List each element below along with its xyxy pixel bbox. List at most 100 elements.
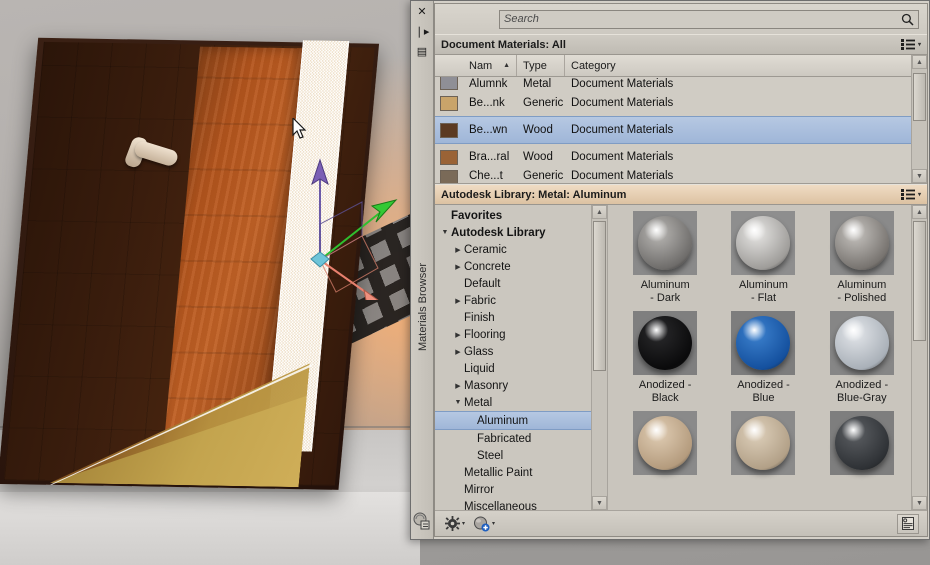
column-header-name[interactable]: Nam ▲ [463, 55, 517, 76]
tree-item-ceramic[interactable]: ▶ Ceramic [435, 241, 607, 258]
toggle-editor-panel-icon[interactable] [897, 513, 919, 534]
materials-sphere-icon[interactable] [413, 512, 431, 535]
chevron-down-icon[interactable]: ▼ [452, 399, 464, 406]
material-tile[interactable] [813, 411, 911, 479]
material-label: Anodized - Black [638, 379, 692, 404]
tree-item-aluminum[interactable]: Aluminum [435, 411, 607, 430]
material-label: Aluminum - Dark [640, 279, 690, 304]
search-input[interactable]: Search [499, 9, 919, 29]
tree-item-autodesk-library[interactable]: ▼ Autodesk Library [435, 224, 607, 241]
table-row[interactable]: Bra...ral Wood Document Materials [435, 144, 927, 170]
tree-item-label: Aluminum [477, 414, 529, 427]
column-header-type[interactable]: Type [517, 55, 565, 76]
materials-browser-palette[interactable]: ✕ ❘▸ ▤ Materials Browser Search Document… [410, 0, 930, 540]
chevron-right-icon[interactable]: ▶ [452, 348, 464, 356]
chevron-down-icon[interactable]: ▼ [439, 229, 451, 236]
table-row[interactable]: Alumnk Metal Document Materials [435, 77, 927, 90]
search-bar: Search [435, 4, 927, 34]
tree-item-steel[interactable]: Steel [435, 447, 607, 464]
browser-bottom-toolbar: ▾ ▾ [435, 510, 927, 536]
tree-item-flooring[interactable]: ▶ Flooring [435, 326, 607, 343]
library-chevron-down-icon[interactable]: ▾ [918, 191, 921, 198]
row-name: Be...nk [469, 97, 505, 109]
tree-item-favorites[interactable]: Favorites [435, 207, 607, 224]
scroll-thumb[interactable] [913, 73, 926, 121]
properties-menu-icon[interactable]: ▤ [411, 41, 433, 61]
tree-item-default[interactable]: Default [435, 275, 607, 292]
material-tile[interactable]: Anodized - Black [616, 311, 714, 405]
tree-item-mirror[interactable]: Mirror [435, 481, 607, 498]
tree-item-finish[interactable]: Finish [435, 309, 607, 326]
library-list-view-icon[interactable]: ▾ [900, 189, 921, 200]
material-tile[interactable]: Aluminum - Dark [616, 211, 714, 305]
tree-scroll-down-arrow-icon[interactable]: ▼ [592, 496, 607, 510]
material-tile[interactable]: Aluminum - Flat [714, 211, 812, 305]
row-swatch [435, 170, 463, 183]
library-header[interactable]: Autodesk Library: Metal: Aluminum ▾ [435, 184, 927, 205]
tree-item-miscellaneous[interactable]: Miscellaneous [435, 498, 607, 511]
table-row[interactable]: Che...t Generic Document Materials [435, 170, 927, 183]
chevron-down-icon[interactable]: ▾ [918, 41, 921, 48]
close-icon[interactable]: ✕ [411, 1, 433, 21]
tree-scrollbar[interactable]: ▲ ▼ [591, 205, 607, 510]
scroll-up-arrow-icon[interactable]: ▲ [912, 55, 927, 69]
new-material-button[interactable]: ▾ [471, 515, 497, 533]
document-materials-header[interactable]: Document Materials: All ▾ [435, 34, 927, 55]
tree-item-glass[interactable]: ▶ Glass [435, 343, 607, 360]
material-tile[interactable]: Aluminum - Polished [813, 211, 911, 305]
material-grid[interactable]: Aluminum - Dark Aluminum - Flat Aluminum - Po… [608, 205, 927, 510]
chevron-right-icon[interactable]: ▶ [452, 263, 464, 271]
material-label: Aluminum - Flat [739, 279, 788, 304]
tree-item-masonry[interactable]: ▶ Masonry [435, 377, 607, 394]
tree-item-liquid[interactable]: Liquid [435, 360, 607, 377]
settings-button[interactable]: ▾ [443, 515, 467, 532]
row-type: Generic [523, 97, 564, 109]
document-list-scrollbar[interactable]: ▲ ▼ [911, 55, 927, 183]
scroll-down-arrow-icon[interactable]: ▼ [912, 169, 927, 183]
chevron-right-icon[interactable]: ▶ [452, 382, 464, 390]
auto-hide-icon[interactable]: ❘▸ [411, 21, 433, 41]
row-category: Document Materials [571, 124, 674, 136]
list-view-icon[interactable]: ▾ [900, 39, 921, 50]
material-tile[interactable] [714, 411, 812, 479]
chevron-right-icon[interactable]: ▶ [452, 331, 464, 339]
row-category: Document Materials [571, 151, 674, 163]
column-header-swatch [435, 55, 463, 76]
tree-scroll-track[interactable] [592, 219, 607, 496]
grid-scroll-down-arrow-icon[interactable]: ▼ [912, 496, 927, 510]
tree-item-label: Metallic Paint [464, 466, 533, 479]
new-material-chevron-down-icon[interactable]: ▾ [492, 520, 495, 527]
grid-scroll-track[interactable] [912, 219, 927, 496]
tree-item-label: Fabricated [477, 432, 532, 445]
material-tile[interactable]: Anodized - Blue [714, 311, 812, 405]
transform-gizmo[interactable] [282, 140, 402, 300]
table-row[interactable]: Be...wn Wood Document Materials [435, 116, 927, 144]
material-preview-sphere [731, 211, 796, 275]
column-header-category[interactable]: Category [565, 55, 927, 76]
search-icon[interactable] [901, 13, 914, 26]
row-type: Generic [523, 170, 564, 182]
tree-item-fabricated[interactable]: Fabricated [435, 430, 607, 447]
library-tree[interactable]: Favorites ▼ Autodesk Library ▶ Ceramic ▶ Concr… [435, 205, 608, 510]
grid-scroll-thumb[interactable] [913, 221, 926, 341]
material-label: Anodized - Blue [737, 379, 790, 404]
tree-item-metallic-paint[interactable]: Metallic Paint [435, 464, 607, 481]
tree-item-label: Masonry [464, 379, 509, 392]
chevron-right-icon[interactable]: ▶ [452, 297, 464, 305]
table-row[interactable]: Be...nk Generic Document Materials [435, 90, 927, 116]
material-label: Aluminum - Polished [837, 279, 887, 304]
tree-scroll-thumb[interactable] [593, 221, 606, 371]
grid-scrollbar[interactable]: ▲ ▼ [911, 205, 927, 510]
tree-item-metal[interactable]: ▼ Metal [435, 394, 607, 411]
scroll-track[interactable] [912, 69, 927, 169]
material-tile[interactable] [616, 411, 714, 479]
tree-item-fabric[interactable]: ▶ Fabric [435, 292, 607, 309]
material-tile[interactable]: Anodized - Blue-Gray [813, 311, 911, 405]
settings-chevron-down-icon[interactable]: ▾ [462, 520, 465, 527]
grid-scroll-up-arrow-icon[interactable]: ▲ [912, 205, 927, 219]
material-preview-sphere [633, 211, 698, 275]
document-materials-list[interactable]: Nam ▲ Type Category Alumnk Metal Document … [435, 55, 927, 184]
chevron-right-icon[interactable]: ▶ [452, 246, 464, 254]
tree-scroll-up-arrow-icon[interactable]: ▲ [592, 205, 607, 219]
tree-item-concrete[interactable]: ▶ Concrete [435, 258, 607, 275]
